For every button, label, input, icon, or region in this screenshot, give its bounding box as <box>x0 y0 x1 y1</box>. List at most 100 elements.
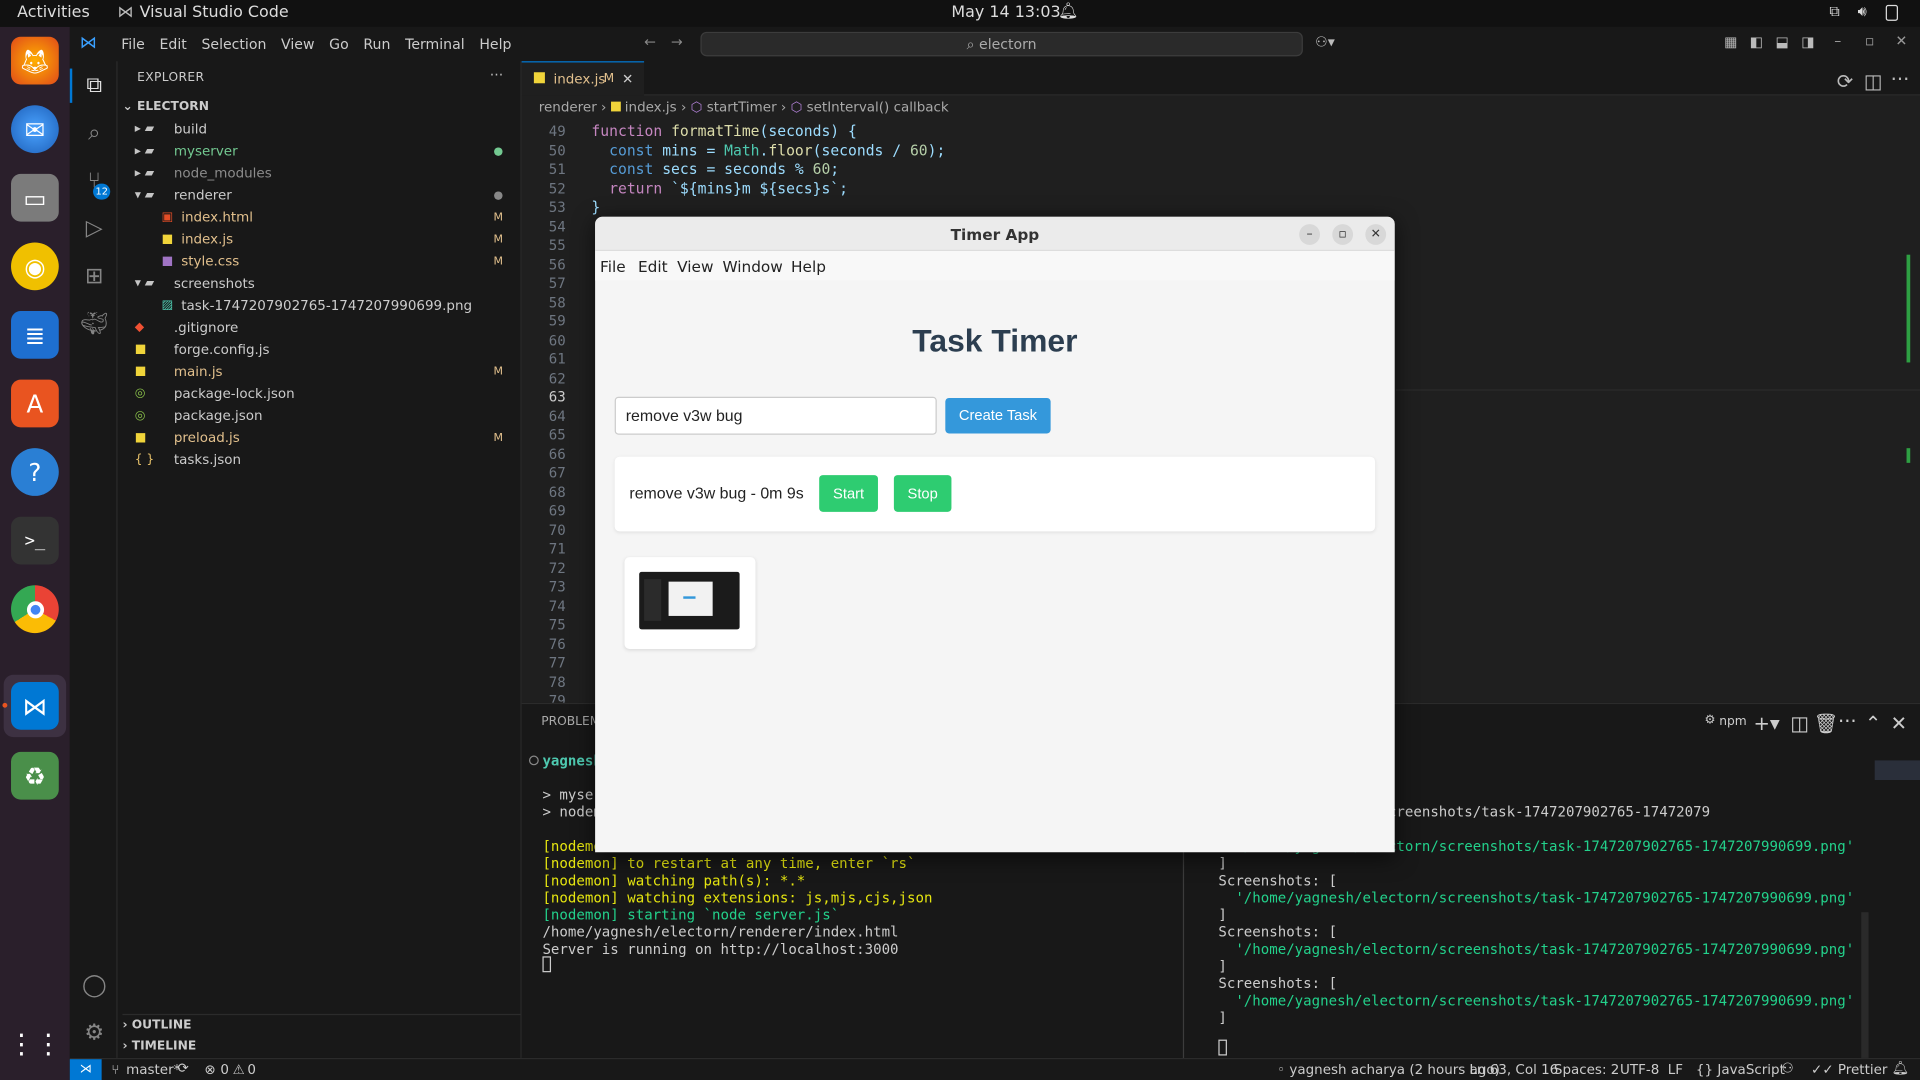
maximize-icon[interactable]: ▫ <box>1332 224 1354 245</box>
explorer-item[interactable]: ◎ package-lock.json <box>118 383 522 405</box>
chrome-icon[interactable] <box>11 585 59 634</box>
sync-icon[interactable]: ⟳ <box>178 1060 189 1076</box>
remote-indicator-icon[interactable]: ⋊ <box>69 1059 102 1080</box>
battery-icon[interactable] <box>1885 4 1898 21</box>
vscode-icon[interactable]: ⋈ <box>11 682 59 730</box>
cursor-position[interactable]: Ln 63, Col 16 <box>1469 1062 1558 1078</box>
timeline-section[interactable]: › TIMELINE <box>122 1036 196 1058</box>
app-menu-edit[interactable]: Edit <box>638 257 668 275</box>
menu-run[interactable]: Run <box>356 36 398 53</box>
editor-more-icon[interactable]: ··· <box>1891 67 1910 90</box>
panel-more-icon[interactable]: ··· <box>1838 709 1857 732</box>
app-menu-window[interactable]: Window <box>722 257 782 275</box>
thunderbird-icon[interactable]: ✉ <box>11 105 59 154</box>
menu-view[interactable]: View <box>274 36 322 53</box>
terminal-icon[interactable]: >_ <box>11 516 59 565</box>
menu-file[interactable]: File <box>114 36 152 53</box>
menu-edit[interactable]: Edit <box>152 36 194 53</box>
forward-arrow-icon[interactable]: → <box>671 33 683 50</box>
breadcrumb-file[interactable]: index.js <box>625 99 677 115</box>
new-terminal-icon[interactable]: +▾ <box>1753 711 1779 734</box>
writer-icon[interactable]: ≣ <box>11 311 59 359</box>
copilot-status-icon[interactable]: ⚇ <box>1782 1060 1794 1076</box>
apps-grid-icon[interactable]: ⋮⋮ <box>8 1021 62 1069</box>
breadcrumb-callback[interactable]: setInterval() callback <box>807 99 949 115</box>
volume-icon[interactable]: 🔊︎ <box>1858 2 1867 20</box>
rhythmbox-icon[interactable]: ◉ <box>11 242 59 291</box>
explorer-item[interactable]: ▸ ▰ node_modules <box>118 163 522 185</box>
more-actions-icon[interactable]: ··· <box>490 66 503 83</box>
kill-terminal-icon[interactable]: 🗑︎ <box>1813 711 1838 734</box>
terminal-label[interactable]: npm <box>1719 715 1746 728</box>
prettier-status[interactable]: ✓✓ Prettier <box>1811 1062 1887 1078</box>
explorer-item[interactable]: ◎ package.json <box>118 405 522 427</box>
task-name-input[interactable] <box>614 396 937 435</box>
command-center-search[interactable]: ⌕ electorn <box>700 31 1303 57</box>
maximize-icon[interactable]: ▫ <box>1865 32 1875 49</box>
maximize-panel-icon[interactable]: ⌃ <box>1865 711 1881 734</box>
minimize-icon[interactable]: – <box>1834 32 1841 49</box>
timer-app-title-bar[interactable]: Timer App – ▫ ✕ <box>595 216 1395 252</box>
language-mode[interactable]: {} JavaScript <box>1696 1062 1785 1078</box>
extensions-icon[interactable]: ⊞ <box>80 262 109 291</box>
notification-bell-icon[interactable]: 🔔︎ <box>1058 2 1078 20</box>
explorer-item[interactable]: ■ preload.js M <box>118 427 522 449</box>
toggle-panel-icon[interactable]: ⬓ <box>1776 33 1789 50</box>
layout-customize-icon[interactable]: ▦ <box>1724 33 1737 50</box>
copilot-icon[interactable]: ⚇▾ <box>1315 33 1335 50</box>
open-changes-icon[interactable]: ⟳ <box>1837 70 1853 93</box>
stop-button[interactable]: Stop <box>893 475 952 512</box>
git-blame[interactable]: ◦ yagnesh acharya (2 hours ago) <box>1277 1062 1500 1078</box>
explorer-item[interactable]: ▾ ▰ renderer ● <box>118 185 522 207</box>
explorer-root[interactable]: ⌄ ELECTORN <box>122 97 208 119</box>
app-center-icon[interactable]: A <box>11 379 59 428</box>
end-of-line[interactable]: LF <box>1668 1062 1683 1078</box>
explorer-item[interactable]: ▨ task-1747207902765-1747207990699.png <box>118 295 522 317</box>
activities-button[interactable]: Activities <box>17 4 90 22</box>
breadcrumb-renderer[interactable]: renderer <box>539 99 597 115</box>
clock[interactable]: May 14 13:03 <box>951 4 1060 22</box>
explorer-item[interactable]: ▸ ▰ build <box>118 119 522 141</box>
close-panel-icon[interactable]: ✕ <box>1891 711 1907 734</box>
indentation[interactable]: Spaces: 2 <box>1554 1062 1619 1078</box>
split-terminal-icon[interactable]: ◫ <box>1790 711 1809 734</box>
toggle-sidebar-icon[interactable]: ◧ <box>1750 33 1763 50</box>
back-arrow-icon[interactable]: ← <box>644 33 656 50</box>
files-icon[interactable]: ▭ <box>11 173 59 222</box>
menu-go[interactable]: Go <box>322 36 356 53</box>
explorer-item[interactable]: ▣ index.html M <box>118 207 522 229</box>
help-icon[interactable]: ? <box>11 448 59 496</box>
close-icon[interactable]: ✕ <box>1365 224 1387 245</box>
explorer-item[interactable]: ■ main.js M <box>118 361 522 383</box>
outline-section[interactable]: › OUTLINE <box>122 1013 522 1036</box>
explorer-icon[interactable]: ⧉ <box>80 71 109 100</box>
error-count[interactable]: 0 <box>220 1062 229 1078</box>
firefox-icon[interactable]: 🦊︎ <box>11 36 59 85</box>
notifications-bell-icon[interactable]: 🔔︎ <box>1892 1060 1909 1076</box>
app-menu-help[interactable]: Help <box>791 257 826 275</box>
tab-index-js[interactable]: index.js M ✕ <box>521 61 645 96</box>
start-button[interactable]: Start <box>819 475 878 512</box>
accounts-icon[interactable]: ◯ <box>80 971 109 1000</box>
minimize-icon[interactable]: – <box>1299 224 1321 245</box>
app-menu-file[interactable]: File <box>600 257 626 275</box>
network-icon[interactable]: ⧉ <box>1829 2 1840 20</box>
run-debug-icon[interactable]: ▷ <box>80 214 109 243</box>
explorer-item[interactable]: { } tasks.json <box>118 449 522 471</box>
screenshot-thumbnail[interactable] <box>639 571 740 630</box>
terminal-npm-icon[interactable]: ⚙ <box>1705 714 1716 727</box>
app-menu-view[interactable]: View <box>677 257 713 275</box>
terminal-tab-1[interactable] <box>1874 760 1920 781</box>
manage-gear-icon[interactable]: ⚙ <box>80 1019 109 1048</box>
menu-terminal[interactable]: Terminal <box>398 36 472 53</box>
explorer-item[interactable]: ■ style.css M <box>118 251 522 273</box>
explorer-item[interactable]: ▸ ▰ myserver ● <box>118 141 522 163</box>
explorer-item[interactable]: ▾ ▰ screenshots <box>118 273 522 295</box>
menu-help[interactable]: Help <box>472 36 519 53</box>
tab-close-icon[interactable]: ✕ <box>622 71 633 87</box>
create-task-button[interactable]: Create Task <box>945 397 1051 434</box>
docker-icon[interactable]: 🐳︎ <box>80 310 109 339</box>
encoding[interactable]: UTF-8 <box>1620 1062 1659 1078</box>
explorer-item[interactable]: ■ forge.config.js <box>118 339 522 361</box>
trash-icon[interactable]: ♻ <box>11 751 59 800</box>
